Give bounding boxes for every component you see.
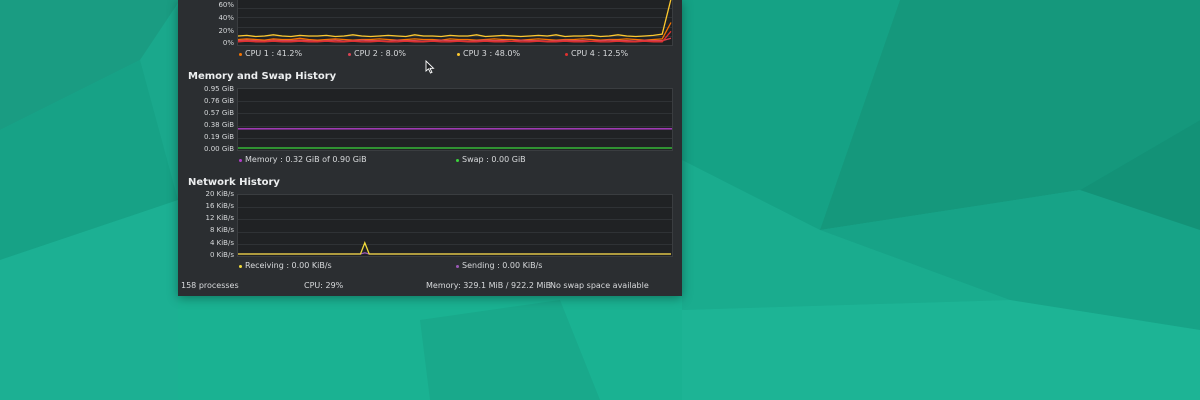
cpu-history-graph (237, 0, 673, 46)
memory-y-tick: 0.76 GiB (204, 97, 234, 105)
network-y-tick: 12 KiB/s (205, 214, 234, 222)
memory-legend: Memory : 0.32 GiB of 0.90 GiB (245, 155, 367, 164)
memory-y-tick: 0.19 GiB (204, 133, 234, 141)
memory-usage-status: Memory: 329.1 MiB / 922.2 MiB (426, 281, 552, 290)
sending-legend: Sending : 0.00 KiB/s (462, 261, 543, 270)
graph-canvas (238, 207, 672, 255)
memory-section-title: Memory and Swap History (188, 71, 337, 82)
cpu1-legend-dot (239, 53, 242, 56)
cpu-y-tick: 20% (218, 27, 234, 35)
network-y-tick: 0 KiB/s (209, 251, 234, 259)
receiving-legend: Receiving : 0.00 KiB/s (245, 261, 332, 270)
sending-legend-dot (456, 265, 459, 268)
cpu1-legend: CPU 1 : 41.2% (245, 49, 303, 58)
graph-canvas (238, 101, 672, 149)
cpu3-legend: CPU 3 : 48.0% (463, 49, 521, 58)
swap-legend: Swap : 0.00 GiB (462, 155, 526, 164)
memory-y-tick: 0.95 GiB (204, 85, 234, 93)
cpu-y-tick: 60% (218, 1, 234, 9)
cpu4-legend: CPU 4 : 12.5% (571, 49, 629, 58)
cpu1-series-line (238, 22, 672, 41)
receiving-legend-dot (239, 265, 242, 268)
network-y-tick: 20 KiB/s (205, 190, 234, 198)
swap-legend-dot (456, 159, 459, 162)
cpu2-legend: CPU 2 : 8.0% (354, 49, 407, 58)
cpu-y-tick: 40% (218, 14, 234, 22)
memory-history-graph (237, 88, 673, 151)
memory-y-tick: 0.38 GiB (204, 121, 234, 129)
cpu-y-tick: 0% (222, 39, 234, 47)
cpu-usage-status: CPU: 29% (304, 281, 344, 290)
memory-y-tick: 0.57 GiB (204, 109, 234, 117)
cpu3-series-line (238, 0, 672, 38)
network-section-title: Network History (188, 177, 280, 188)
network-y-tick: 16 KiB/s (205, 202, 234, 210)
swap-status: No swap space available (550, 281, 649, 290)
system-monitor-window: 60% 40% 20% 0% CPU 1 : 41.2% CPU 2 : 8.0… (178, 0, 682, 296)
network-y-tick: 4 KiB/s (209, 239, 234, 247)
graph-canvas (238, 0, 672, 43)
cpu3-legend-dot (457, 53, 460, 56)
cpu2-legend-dot (348, 53, 351, 56)
process-count: 158 processes (181, 281, 239, 290)
network-y-tick: 8 KiB/s (209, 226, 234, 234)
network-history-graph (237, 194, 673, 257)
memory-y-tick: 0.00 GiB (204, 145, 234, 153)
memory-legend-dot (239, 159, 242, 162)
mouse-pointer-icon (425, 60, 435, 74)
cpu4-legend-dot (565, 53, 568, 56)
